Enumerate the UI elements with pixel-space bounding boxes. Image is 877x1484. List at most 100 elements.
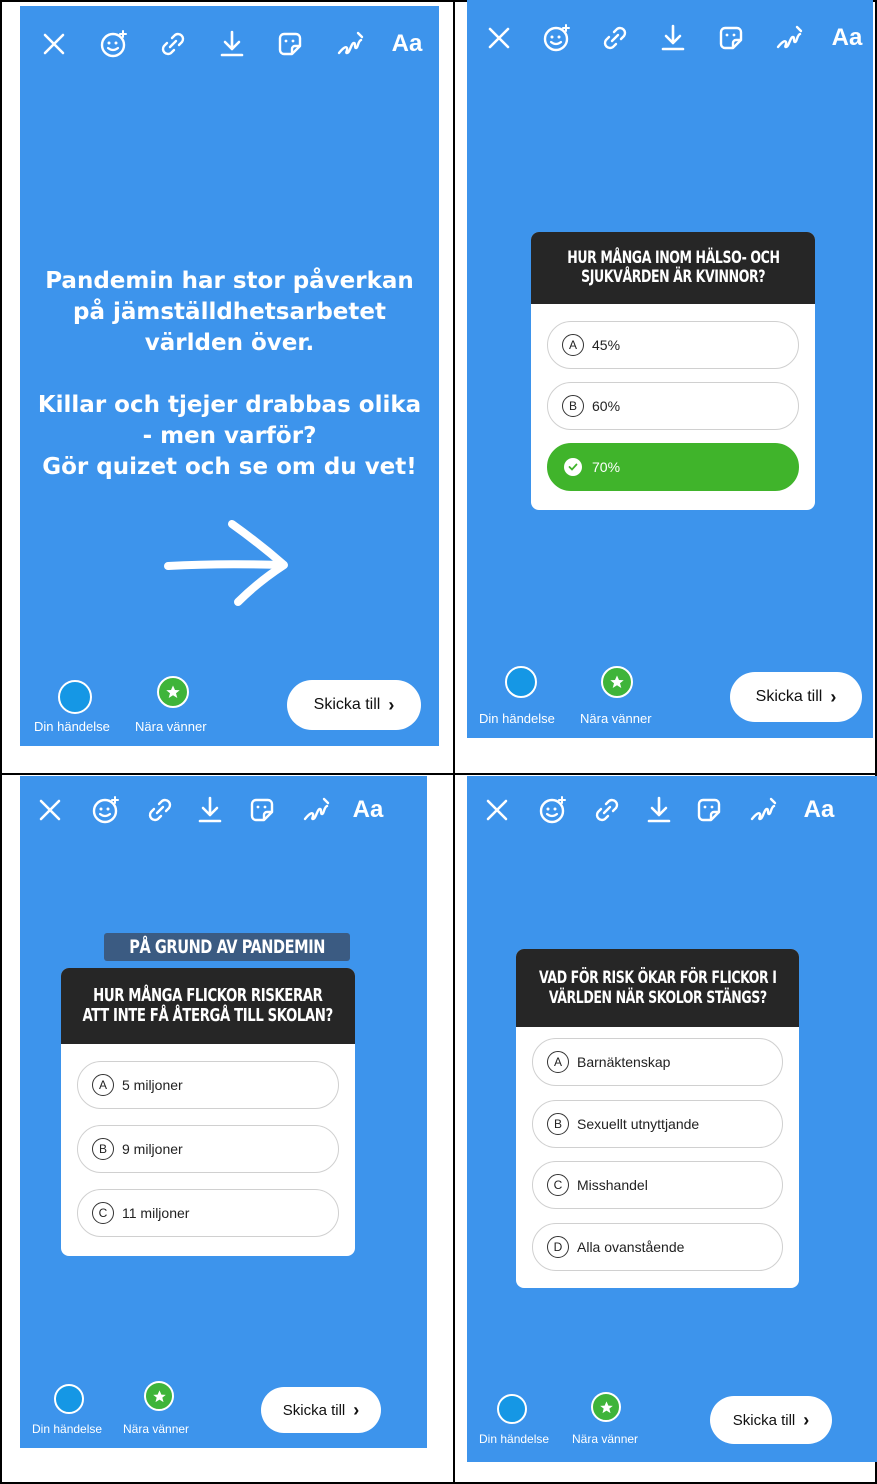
- close-icon[interactable]: [479, 16, 519, 60]
- close-friends-avatar[interactable]: [591, 1392, 621, 1422]
- option-text: Misshandel: [577, 1177, 648, 1193]
- draw-icon[interactable]: [769, 16, 809, 60]
- download-icon[interactable]: [653, 16, 693, 60]
- quiz-question: VAD FÖR RISK ÖKAR FÖR FLICKOR I VÄRLDEN …: [516, 949, 799, 1027]
- check-icon: [564, 458, 582, 476]
- quiz-option-a[interactable]: A Barnäktenskap: [532, 1038, 783, 1086]
- close-friends-avatar[interactable]: [601, 666, 633, 698]
- grid-border-left: [0, 0, 2, 1484]
- close-icon[interactable]: [34, 22, 74, 66]
- option-text: Sexuellt utnyttjande: [577, 1116, 700, 1132]
- text-tool-label: Aa: [831, 24, 863, 51]
- option-letter: A: [92, 1074, 114, 1096]
- star-icon: [166, 685, 180, 698]
- draw-icon[interactable]: [743, 788, 783, 832]
- send-to-button[interactable]: Skicka till ›: [710, 1396, 832, 1444]
- sticker-icon[interactable]: [689, 788, 729, 832]
- your-story-avatar[interactable]: [54, 1384, 84, 1414]
- draw-icon[interactable]: [330, 22, 370, 66]
- option-text: 9 miljoner: [122, 1141, 183, 1157]
- story-text-line: världen över.: [144, 330, 315, 356]
- quiz-option-b[interactable]: B Sexuellt utnyttjande: [532, 1100, 783, 1148]
- download-icon[interactable]: [212, 22, 252, 66]
- story-text-line: Gör quizet och se om du vet!: [42, 454, 417, 480]
- close-friends-avatar[interactable]: [144, 1381, 174, 1411]
- quiz-option-c-correct[interactable]: 70%: [547, 443, 799, 491]
- story-toolbar: Aa: [20, 788, 427, 832]
- story-toolbar: Aa: [467, 788, 877, 832]
- option-text: Barnäktenskap: [577, 1054, 671, 1070]
- close-friends-label: Nära vänner: [580, 711, 652, 726]
- quiz-question: HUR MÅNGA FLICKOR RISKERAR ATT INTE FÅ Å…: [61, 968, 355, 1044]
- text-tool-button[interactable]: Aa: [797, 788, 841, 832]
- close-friends-avatar[interactable]: [157, 676, 189, 708]
- option-letter: B: [547, 1113, 569, 1135]
- text-tool-label: Aa: [391, 30, 423, 57]
- quiz-question-line: VAD FÖR RISK ÖKAR FÖR FLICKOR I: [538, 968, 777, 988]
- your-story-avatar[interactable]: [505, 666, 537, 698]
- your-story-label: Din händelse: [32, 1422, 103, 1436]
- story-text-line: på jämställdhetsarbetet: [73, 299, 386, 325]
- text-tool-label: Aa: [352, 796, 384, 823]
- grid-divider-vertical: [453, 0, 455, 1484]
- send-to-button[interactable]: Skicka till ›: [287, 680, 421, 730]
- link-icon[interactable]: [587, 788, 627, 832]
- story-screen-quiz-risk: Aa VAD FÖR RISK ÖKAR FÖR FLICKOR I VÄRLD…: [467, 776, 877, 1462]
- star-icon: [599, 1400, 613, 1413]
- text-tool-button[interactable]: Aa: [346, 788, 390, 832]
- option-letter: B: [562, 395, 584, 417]
- option-letter: C: [547, 1174, 569, 1196]
- face-sparkle-icon[interactable]: [86, 788, 126, 832]
- close-icon[interactable]: [477, 788, 517, 832]
- face-sparkle-icon[interactable]: [537, 16, 577, 60]
- quiz-option-b[interactable]: B 60%: [547, 382, 799, 430]
- send-to-button[interactable]: Skicka till ›: [730, 672, 862, 722]
- quiz-question-line: HUR MÅNGA FLICKOR RISKERAR: [93, 985, 323, 1006]
- option-text: 70%: [592, 459, 621, 475]
- story-screen-intro: Aa Pandemin har stor påverkan på jämstäl…: [20, 6, 439, 746]
- draw-icon[interactable]: [296, 788, 336, 832]
- quiz-option-c[interactable]: C Misshandel: [532, 1161, 783, 1209]
- link-icon[interactable]: [140, 788, 180, 832]
- sticker-icon[interactable]: [270, 22, 310, 66]
- close-icon[interactable]: [30, 788, 70, 832]
- quiz-question-line: ATT INTE FÅ ÅTERGÅ TILL SKOLAN?: [82, 1005, 334, 1026]
- text-tool-button[interactable]: Aa: [825, 16, 869, 60]
- send-to-button[interactable]: Skicka till ›: [261, 1387, 381, 1433]
- download-icon[interactable]: [190, 788, 230, 832]
- option-letter: C: [92, 1202, 114, 1224]
- option-text: 11 miljoner: [122, 1205, 190, 1221]
- story-screen-quiz-healthcare: Aa HUR MÅNGA INOM HÄLSO- OCH SJUKVÅRDEN …: [467, 0, 873, 738]
- story-screen-quiz-school: Aa PÅ GRUND AV PANDEMIN HUR MÅNGA FLICKO…: [20, 776, 427, 1448]
- your-story-avatar[interactable]: [497, 1394, 527, 1424]
- option-letter: D: [547, 1236, 569, 1258]
- option-text: Alla ovanstående: [577, 1239, 685, 1255]
- link-icon[interactable]: [595, 16, 635, 60]
- quiz-sticker: HUR MÅNGA INOM HÄLSO- OCH SJUKVÅRDEN ÄR …: [531, 232, 815, 510]
- sticker-icon[interactable]: [242, 788, 282, 832]
- link-icon[interactable]: [153, 22, 193, 66]
- story-toolbar: Aa: [20, 22, 439, 66]
- quiz-option-c[interactable]: C 11 miljoner: [77, 1189, 339, 1237]
- sticker-icon[interactable]: [711, 16, 751, 60]
- chevron-right-icon: ›: [830, 686, 837, 707]
- send-to-label: Skicka till: [313, 696, 381, 713]
- text-tool-label: Aa: [803, 796, 835, 823]
- story-text-line: - men varför?: [142, 423, 317, 449]
- option-letter: B: [92, 1138, 114, 1160]
- quiz-option-d[interactable]: D Alla ovanstående: [532, 1223, 783, 1271]
- quiz-option-a[interactable]: A 45%: [547, 321, 799, 369]
- quiz-option-b[interactable]: B 9 miljoner: [77, 1125, 339, 1173]
- face-sparkle-icon[interactable]: [94, 22, 134, 66]
- arrow-right-icon: [164, 520, 288, 606]
- text-tool-button[interactable]: Aa: [385, 22, 429, 66]
- download-icon[interactable]: [639, 788, 679, 832]
- quiz-option-a[interactable]: A 5 miljoner: [77, 1061, 339, 1109]
- face-sparkle-icon[interactable]: [533, 788, 573, 832]
- story-text-block: Pandemin har stor påverkan på jämställdh…: [20, 266, 439, 483]
- close-friends-label: Nära vänner: [123, 1422, 190, 1436]
- your-story-avatar[interactable]: [58, 680, 92, 714]
- send-to-label: Skicka till: [755, 688, 823, 705]
- option-text: 60%: [592, 398, 621, 414]
- quiz-sticker: HUR MÅNGA FLICKOR RISKERAR ATT INTE FÅ Å…: [61, 968, 355, 1256]
